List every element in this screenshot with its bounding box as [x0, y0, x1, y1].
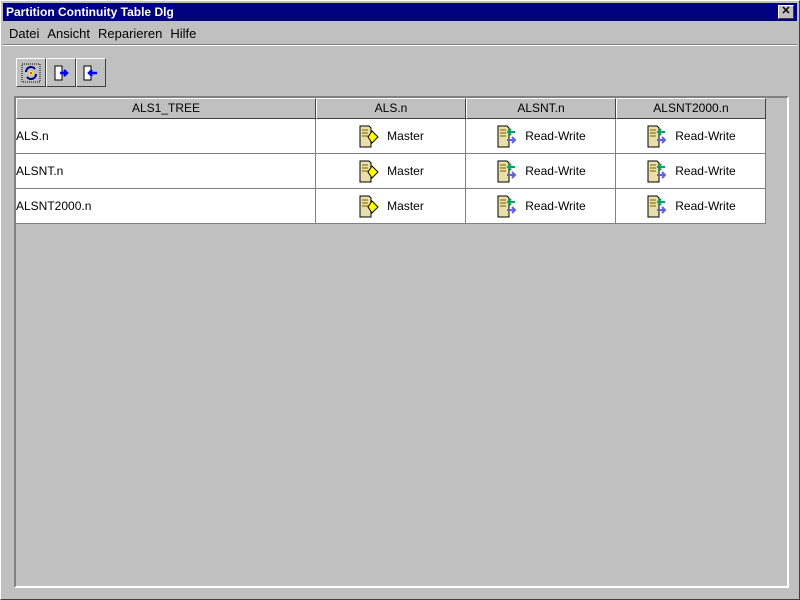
export-button[interactable]: [46, 58, 76, 87]
read-write-server-icon: [497, 160, 517, 183]
table-header: ALS1_TREE ALS.n ALSNT.n ALSNT2000.n: [16, 98, 766, 119]
status-cell[interactable]: Read-Write: [466, 154, 616, 189]
status-cell[interactable]: Read-Write: [616, 189, 766, 224]
refresh-icon: [21, 63, 41, 82]
status-cell[interactable]: Read-Write: [466, 119, 616, 154]
status-cell[interactable]: Master: [316, 189, 466, 224]
status-label: Read-Write: [675, 199, 736, 213]
read-write-server-icon: [647, 160, 667, 183]
row-name: ALSNT2000.n: [16, 199, 92, 213]
column-header[interactable]: ALSNT2000.n: [616, 98, 766, 119]
status-label: Master: [387, 199, 424, 213]
menu-ansicht[interactable]: Ansicht: [43, 25, 94, 43]
status-label: Master: [387, 164, 424, 178]
menu-separator: [3, 44, 797, 46]
status-cell[interactable]: Master: [316, 119, 466, 154]
status-cell[interactable]: Master: [316, 154, 466, 189]
status-label: Read-Write: [525, 164, 586, 178]
menu-datei[interactable]: Datei: [5, 25, 43, 43]
menu-reparieren[interactable]: Reparieren: [94, 25, 166, 43]
window-title: Partition Continuity Table Dlg: [6, 5, 174, 19]
column-header[interactable]: ALS.n: [316, 98, 466, 119]
menu-hilfe[interactable]: Hilfe: [166, 25, 200, 43]
status-label: Master: [387, 129, 424, 143]
status-cell[interactable]: Read-Write: [466, 189, 616, 224]
row-name-cell[interactable]: ALS.n: [16, 119, 316, 154]
title-bar: Partition Continuity Table Dlg ✕: [3, 3, 797, 21]
refresh-button[interactable]: [16, 58, 46, 87]
column-header[interactable]: ALSNT.n: [466, 98, 616, 119]
export-icon: [54, 65, 69, 80]
status-cell[interactable]: Read-Write: [616, 154, 766, 189]
row-name-cell[interactable]: ALSNT2000.n: [16, 189, 316, 224]
read-write-server-icon: [647, 195, 667, 218]
row-name-cell[interactable]: ALSNT.n: [16, 154, 316, 189]
partition-table: ALS1_TREE ALS.n ALSNT.n ALSNT2000.n ALS.…: [14, 96, 789, 588]
master-server-icon: [359, 160, 379, 183]
read-write-server-icon: [497, 125, 517, 148]
table-row[interactable]: ALS.n Master Read-Write Read-Write: [16, 119, 766, 154]
status-label: Read-Write: [525, 129, 586, 143]
status-label: Read-Write: [675, 129, 736, 143]
status-label: Read-Write: [525, 199, 586, 213]
status-label: Read-Write: [675, 164, 736, 178]
import-button[interactable]: [76, 58, 106, 87]
close-button[interactable]: ✕: [778, 5, 794, 19]
master-server-icon: [359, 125, 379, 148]
read-write-server-icon: [497, 195, 517, 218]
menu-bar: Datei Ansicht Reparieren Hilfe: [5, 25, 200, 43]
table-row[interactable]: ALSNT2000.n Master Read-Write Read-Write: [16, 189, 766, 224]
status-cell[interactable]: Read-Write: [616, 119, 766, 154]
master-server-icon: [359, 195, 379, 218]
import-icon: [83, 65, 97, 80]
read-write-server-icon: [647, 125, 667, 148]
column-header[interactable]: ALS1_TREE: [16, 98, 316, 119]
table-row[interactable]: ALSNT.n Master Read-Write Read-Write: [16, 154, 766, 189]
row-name: ALS.n: [16, 129, 49, 143]
row-name: ALSNT.n: [16, 164, 64, 178]
